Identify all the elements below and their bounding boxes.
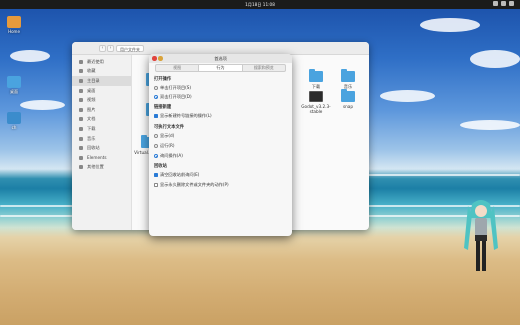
radio-indicator bbox=[154, 154, 158, 158]
app-icon bbox=[7, 112, 21, 124]
file-item[interactable]: snap bbox=[330, 89, 366, 109]
radio-indicator bbox=[154, 134, 158, 138]
top-bar: 1月18日 11:08 bbox=[0, 0, 520, 9]
sidebar-item-recent[interactable]: 最近使用 bbox=[72, 57, 131, 67]
cloud bbox=[20, 100, 65, 110]
volume-icon[interactable] bbox=[501, 1, 506, 6]
cloud bbox=[470, 50, 520, 68]
desktop-icon bbox=[79, 88, 83, 93]
minimize-icon[interactable] bbox=[158, 56, 163, 61]
character-body bbox=[475, 218, 487, 236]
cloud bbox=[10, 50, 50, 62]
system-tray[interactable] bbox=[493, 1, 514, 6]
sidebar-item-elements[interactable]: Elements bbox=[72, 153, 131, 163]
preferences-dialog[interactable]: 首选项 视图 行为 搜索和预览 打开操作 单击打开项目(S) 双击打开项目(D)… bbox=[149, 54, 292, 236]
character-leg-right bbox=[482, 241, 486, 271]
dialog-titlebar: 首选项 bbox=[149, 54, 292, 63]
back-button[interactable]: ‹ bbox=[99, 45, 106, 52]
radio-indicator bbox=[154, 144, 158, 148]
checkbox-indicator bbox=[154, 114, 158, 118]
forward-button[interactable]: › bbox=[107, 45, 114, 52]
section-heading-trash: 回收站 bbox=[154, 164, 167, 169]
file-item[interactable]: 下载 bbox=[298, 69, 334, 90]
desktop-icon-ch[interactable]: ch bbox=[0, 112, 28, 130]
checkbox-show-symlink[interactable]: 显示新建符号链接的操作(L) bbox=[154, 113, 212, 119]
sidebar-item-desktop[interactable]: 桌面 bbox=[72, 86, 131, 96]
checkbox-indicator bbox=[154, 173, 158, 177]
trash-icon bbox=[79, 146, 83, 151]
tab-search-preview[interactable]: 搜索和预览 bbox=[243, 65, 285, 71]
desktop-icon-home[interactable]: Home bbox=[0, 16, 28, 34]
sidebar-item-videos[interactable]: 视频 bbox=[72, 95, 131, 105]
sidebar-item-other-locations[interactable]: 其他位置 bbox=[72, 163, 131, 173]
cloud bbox=[380, 90, 435, 102]
file-item[interactable]: 音乐 bbox=[330, 69, 366, 90]
folder-icon bbox=[7, 76, 21, 88]
character-twintail-right bbox=[490, 206, 498, 250]
sidebar-item-home[interactable]: 主目录 bbox=[72, 76, 131, 86]
radio-ask[interactable]: 询问操作(A) bbox=[154, 153, 183, 159]
character-leg-left bbox=[476, 241, 480, 271]
radio-display[interactable]: 显示(d) bbox=[154, 133, 174, 139]
checkbox-ask-empty-trash[interactable]: 清空回收站前询问(E) bbox=[154, 172, 199, 178]
radio-indicator bbox=[154, 95, 158, 99]
video-icon bbox=[79, 98, 83, 103]
file-item[interactable]: Godot_v3.2.3-stable bbox=[298, 91, 334, 114]
folder-icon bbox=[309, 69, 323, 82]
document-icon bbox=[79, 117, 83, 122]
music-icon bbox=[79, 136, 83, 141]
desktop-icon-desktop[interactable]: 桌面 bbox=[0, 76, 28, 95]
section-heading-open: 打开操作 bbox=[154, 77, 172, 82]
breadcrumb[interactable]: 用户文件夹 bbox=[116, 45, 144, 52]
folder-icon bbox=[341, 89, 355, 102]
close-icon[interactable] bbox=[152, 56, 157, 61]
cloud bbox=[460, 120, 520, 130]
radio-double-click[interactable]: 双击打开项目(D) bbox=[154, 94, 192, 100]
character-face bbox=[475, 205, 487, 217]
plus-icon bbox=[79, 165, 83, 170]
tab-bar: 视图 行为 搜索和预览 bbox=[155, 64, 286, 72]
folder-icon bbox=[341, 69, 355, 82]
radio-run[interactable]: 运行(R) bbox=[154, 143, 175, 149]
sidebar-item-trash[interactable]: 回收站 bbox=[72, 143, 131, 153]
cloud bbox=[420, 18, 480, 32]
sidebar-item-music[interactable]: 音乐 bbox=[72, 134, 131, 144]
drive-icon bbox=[79, 155, 83, 160]
radio-indicator bbox=[154, 86, 158, 90]
sidebar-item-pictures[interactable]: 图片 bbox=[72, 105, 131, 115]
checkbox-indicator bbox=[154, 183, 158, 187]
tab-view[interactable]: 视图 bbox=[156, 65, 200, 71]
image-icon bbox=[79, 107, 83, 112]
anime-character-figure bbox=[464, 200, 498, 271]
sidebar-item-downloads[interactable]: 下载 bbox=[72, 124, 131, 134]
character-skirt bbox=[475, 235, 487, 241]
section-heading-executable: 可执行文本文件 bbox=[154, 125, 185, 130]
clock-icon bbox=[79, 59, 83, 64]
clock[interactable]: 1月18日 11:08 bbox=[245, 2, 275, 8]
checkbox-permanent-delete[interactable]: 显示永久删除文件或文件夹的动作(P) bbox=[154, 182, 229, 188]
sidebar-item-starred[interactable]: 收藏 bbox=[72, 67, 131, 77]
radio-single-click[interactable]: 单击打开项目(S) bbox=[154, 85, 191, 91]
home-folder-icon bbox=[7, 16, 21, 28]
section-heading-links: 链接新建 bbox=[154, 105, 172, 110]
network-icon[interactable] bbox=[493, 1, 498, 6]
character-twintail-left bbox=[464, 206, 472, 250]
power-icon[interactable] bbox=[509, 1, 514, 6]
sidebar: 最近使用 收藏 主目录 桌面 视频 图片 文档 下载 音乐 回收站 Elemen… bbox=[72, 55, 132, 230]
tab-behavior[interactable]: 行为 bbox=[199, 65, 243, 71]
sidebar-item-documents[interactable]: 文档 bbox=[72, 115, 131, 125]
dialog-title: 首选项 bbox=[214, 56, 227, 61]
terminal-icon bbox=[309, 91, 323, 102]
download-icon bbox=[79, 126, 83, 131]
home-icon bbox=[79, 78, 83, 83]
star-icon bbox=[79, 69, 83, 74]
